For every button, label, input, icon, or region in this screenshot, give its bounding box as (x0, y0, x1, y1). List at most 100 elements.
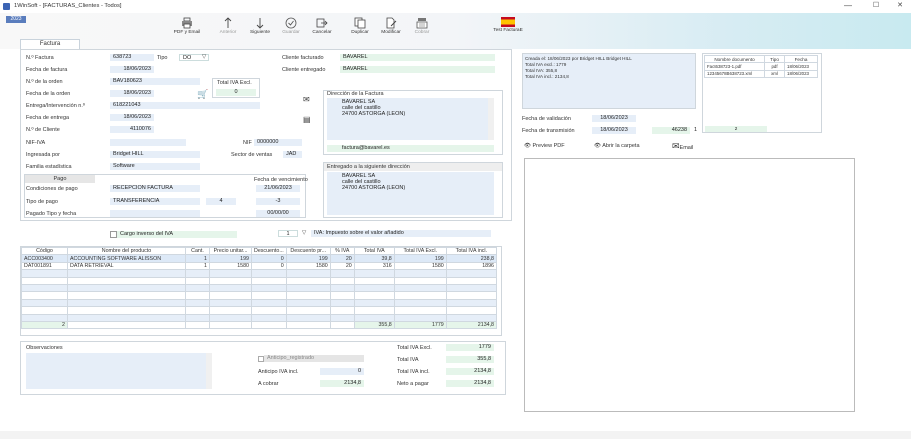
cell-product[interactable]: DATA RETRIEVAL (67, 261, 186, 271)
order-date-field[interactable]: 18/06/2023 (110, 90, 154, 97)
column-header[interactable]: Tipo (764, 54, 785, 64)
scrollbar[interactable] (206, 353, 212, 389)
year-tab[interactable]: 2023 (6, 16, 26, 23)
doc-name[interactable]: 12345678B638723.xml (704, 69, 765, 79)
entered-by-field[interactable]: Bridget HILL (110, 151, 200, 158)
open-folder-link[interactable]: 👁 Abrir la carpeta (594, 143, 640, 149)
minimize-button[interactable]: — (838, 1, 858, 12)
pdf-email-button[interactable]: PDF y Email (170, 17, 204, 41)
chevron-down-icon[interactable]: ▽ (302, 230, 306, 236)
transmission-date-field[interactable]: 18/06/2023 (592, 127, 636, 134)
horizontal-scrollbar[interactable] (0, 431, 911, 439)
reverse-charge-checkbox[interactable] (110, 231, 117, 238)
due-date-field[interactable]: 21/06/2023 (256, 185, 300, 192)
column-header[interactable]: Fecha (784, 54, 818, 64)
cell-vat-pct[interactable]: 20 (329, 254, 355, 263)
tab-factura[interactable]: Factura (20, 39, 80, 49)
column-header[interactable]: % IVA (329, 246, 355, 256)
table-row[interactable]: DAT001891 DATA RETRIEVAL 1 1580 0 1580 2… (21, 261, 498, 271)
previous-button[interactable]: Anterior (211, 17, 245, 41)
close-button[interactable]: ✕ (890, 1, 910, 12)
column-header[interactable]: Total IVA (353, 246, 395, 256)
column-header[interactable]: Total IVA incl. (445, 246, 498, 256)
cell-qty[interactable]: 1 (185, 254, 210, 263)
maximize-button[interactable]: ☐ (866, 1, 886, 12)
client-number-field[interactable]: 4110076 (110, 126, 154, 133)
order-number-field[interactable]: BAV180623 (110, 78, 200, 85)
delivery-date-field[interactable]: 18/06/2023 (110, 114, 154, 121)
cell-code[interactable]: DAT001891 (21, 261, 68, 271)
column-header[interactable]: Cant. (185, 246, 210, 256)
pdf-preview-area[interactable] (524, 158, 855, 412)
billing-address-text[interactable]: BAVAREL SA calle del castillo 24700 ASTO… (327, 98, 494, 140)
delivery-icon[interactable]: ▤ (303, 115, 311, 124)
table-row[interactable]: ACC003400 ACCOUNTING SOFTWARE ALISSON 1 … (21, 254, 498, 263)
next-button[interactable]: Siguiente (243, 17, 277, 41)
validation-date-field[interactable]: 18/06/2023 (592, 115, 636, 122)
billed-client-field[interactable]: BAVAREL (340, 54, 495, 61)
nif-field[interactable]: 0000000 (254, 139, 302, 146)
table-row[interactable]: 12345678B638723.xml xml 18/06/2023 (704, 69, 818, 79)
email-link[interactable]: ✉Email (672, 141, 693, 152)
cell-unit-price[interactable]: 199 (209, 254, 252, 263)
column-header[interactable]: Nombre del producto (67, 246, 186, 256)
chevron-down-icon[interactable]: ▽ (202, 54, 206, 60)
iva-type-number[interactable]: 1 (278, 230, 298, 237)
table-row[interactable] (21, 283, 498, 293)
invoice-number-field[interactable]: 638723 (110, 54, 154, 61)
cell-discount-price[interactable]: 1580 (285, 261, 331, 271)
save-button[interactable]: Guardar (274, 17, 308, 41)
column-header[interactable]: Descuento pr... (285, 246, 331, 256)
sales-sector-field[interactable]: JAD (283, 151, 302, 158)
cell-qty[interactable]: 1 (185, 261, 210, 271)
doc-name[interactable]: Fact638723-1.pdf (704, 62, 765, 71)
cell-vat-pct[interactable]: 20 (329, 261, 355, 271)
open-folder-label: Abrir la carpeta (602, 143, 640, 149)
cell-code[interactable]: ACC003400 (21, 254, 68, 263)
nif-iva-field[interactable] (110, 139, 186, 146)
payment-type-field[interactable]: TRANSFERENCIA (110, 198, 200, 205)
stat-family-field[interactable]: Software (110, 163, 200, 170)
delivery-number-field[interactable]: 618221043 (110, 102, 260, 109)
modify-button[interactable]: Modificar (374, 17, 408, 41)
payment-terms-field[interactable]: RECEPCION FACTURA (110, 185, 200, 192)
cancel-button[interactable]: Cancelar (305, 17, 339, 41)
column-header[interactable]: Nombre documento (704, 54, 765, 64)
cell-unit-price[interactable]: 1580 (209, 261, 252, 271)
anticipo-field[interactable]: 0 (320, 368, 364, 375)
billing-email-field[interactable]: factura@bavarel.es (327, 145, 494, 152)
table-row[interactable] (21, 313, 498, 322)
delivery-address-text[interactable]: BAVAREL SA calle del castillo 24700 ASTO… (327, 172, 494, 215)
payment-type-number[interactable]: 4 (206, 198, 236, 205)
info-line: Total IVA incl.: 2134,8 (525, 74, 569, 79)
cell-discount[interactable]: 0 (251, 254, 287, 263)
table-row[interactable] (21, 298, 498, 308)
scrollbar[interactable] (488, 98, 494, 140)
table-row[interactable] (21, 306, 498, 315)
iva-type-description[interactable]: IVA: Impuesto sobre el valor añadido (311, 230, 491, 237)
test-facturae-button[interactable]: Test FacturaE (488, 17, 528, 41)
column-header[interactable]: Código (21, 246, 68, 256)
column-header[interactable]: Total IVA Excl. (393, 246, 447, 256)
address-line: 24700 ASTORGA (LEON) (342, 111, 406, 117)
cell-product[interactable]: ACCOUNTING SOFTWARE ALISSON (67, 254, 186, 263)
cell-discount-price[interactable]: 199 (285, 254, 331, 263)
preview-pdf-link[interactable]: 👁 Preview PDF (524, 143, 565, 149)
observations-field[interactable] (26, 353, 212, 389)
duplicate-button[interactable]: Duplicar (343, 17, 377, 41)
table-row[interactable]: Fact638723-1.pdf pdf 18/06/2023 (704, 62, 818, 71)
paid-date-field[interactable]: 00/00/00 (256, 210, 300, 217)
cell-discount[interactable]: 0 (251, 261, 287, 271)
charge-button[interactable]: Cobrar (405, 17, 439, 41)
cart-icon[interactable]: 🛒 (197, 89, 208, 100)
table-row[interactable] (21, 291, 498, 300)
table-row[interactable] (21, 276, 498, 285)
delivered-client-field[interactable]: BAVAREL (340, 66, 495, 73)
table-row[interactable] (21, 269, 498, 278)
mail-icon[interactable]: ✉ (303, 95, 310, 104)
invoice-date-field[interactable]: 18/06/2023 (110, 66, 154, 73)
paid-type-field[interactable] (110, 210, 200, 217)
payment-type-value[interactable]: -3 (256, 198, 300, 205)
column-header[interactable]: Precio unitar... (209, 246, 252, 256)
column-header[interactable]: Descuento... (251, 246, 287, 256)
